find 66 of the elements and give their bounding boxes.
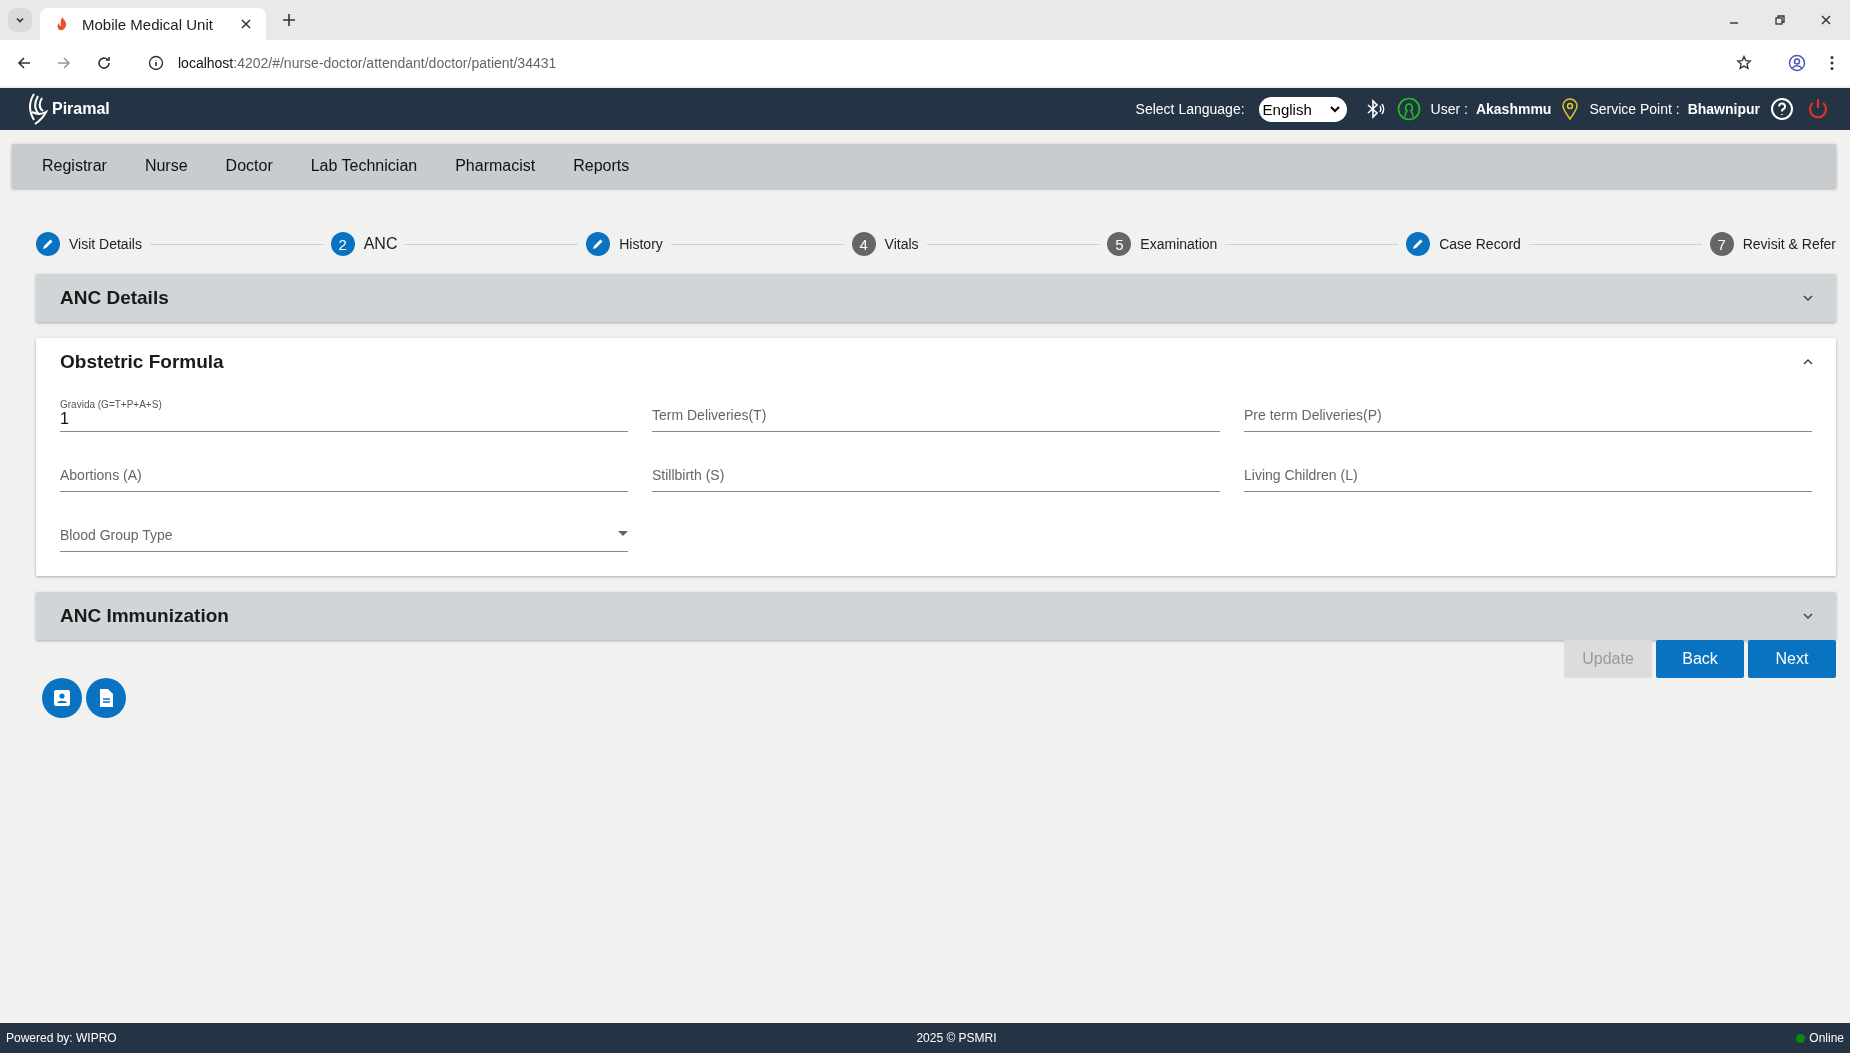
stepper-step[interactable]: Case Record xyxy=(1406,232,1521,256)
panel-title[interactable]: Obstetric Formula xyxy=(60,351,224,373)
brand-name: Piramal xyxy=(52,100,110,118)
menu-icon[interactable] xyxy=(1830,55,1834,71)
user-name: Akashmmu xyxy=(1475,101,1552,117)
input-field[interactable]: Stillbirth (S) xyxy=(652,446,1220,492)
service-point-label: Service Point : xyxy=(1589,101,1680,117)
help-icon[interactable] xyxy=(1770,97,1794,121)
close-icon[interactable] xyxy=(240,18,252,30)
pencil-icon xyxy=(36,232,60,256)
stepper-step[interactable]: 2 ANC xyxy=(330,232,398,256)
role-menu-item[interactable]: Reports xyxy=(573,151,630,181)
back-arrow-icon[interactable] xyxy=(16,55,32,71)
dropdown-arrow-icon xyxy=(618,531,628,537)
url-text: localhost:4202/#/nurse-doctor/attendant/doctor/patient/34431 xyxy=(178,55,557,71)
user-label: User : xyxy=(1430,101,1468,117)
role-menu-item[interactable]: Registrar xyxy=(42,151,107,181)
info-icon[interactable] xyxy=(148,55,164,71)
role-menu-item[interactable]: Lab Technician xyxy=(310,151,418,181)
input-field[interactable]: Abortions (A) xyxy=(60,446,628,492)
close-icon[interactable] xyxy=(1820,14,1832,26)
language-select[interactable]: English xyxy=(1258,96,1347,122)
logo-icon xyxy=(26,92,48,126)
powered-by-text: Powered by: WIPRO xyxy=(6,1031,117,1045)
forward-arrow-icon[interactable] xyxy=(56,55,72,71)
service-point-name: Bhawnipur xyxy=(1687,101,1760,117)
chevron-down-icon[interactable] xyxy=(1802,610,1814,622)
action-button[interactable]: Back xyxy=(1656,640,1744,678)
stepper-step[interactable]: 7 Revisit & Refer xyxy=(1709,232,1836,256)
power-icon[interactable] xyxy=(1806,97,1830,121)
panel-title[interactable]: ANC Details xyxy=(60,287,169,309)
profile-icon[interactable] xyxy=(1788,54,1806,72)
plus-icon[interactable] xyxy=(282,13,296,27)
browser-tab[interactable]: Mobile Medical Unit xyxy=(40,8,266,40)
stepper-step[interactable]: 5 Examination xyxy=(1107,232,1218,256)
role-menu-item[interactable]: Pharmacist xyxy=(455,151,536,181)
tab-search-button[interactable] xyxy=(8,8,32,32)
input-field[interactable]: Living Children (L) xyxy=(1244,446,1812,492)
stepper-step[interactable]: History xyxy=(586,232,663,256)
select-field[interactable]: Blood Group Type xyxy=(60,506,628,552)
action-button: Update xyxy=(1564,640,1652,678)
input-field[interactable]: Gravida (G=T+P+A+S) 1 xyxy=(60,386,628,432)
id-card-icon xyxy=(52,688,72,708)
stepper-step[interactable]: 4 Vitals xyxy=(851,232,919,256)
document-button[interactable] xyxy=(86,678,126,718)
stepper-step[interactable]: Visit Details xyxy=(36,232,142,256)
star-icon[interactable] xyxy=(1736,55,1752,71)
role-menu-item[interactable]: Nurse xyxy=(144,151,188,181)
copyright-text: 2025 © PSMRI xyxy=(916,1031,997,1045)
pencil-icon xyxy=(586,232,611,256)
reload-icon[interactable] xyxy=(96,55,112,71)
action-button[interactable]: Next xyxy=(1748,640,1836,678)
restore-icon[interactable] xyxy=(1774,14,1786,26)
chevron-down-icon[interactable] xyxy=(1802,292,1814,304)
panel-title[interactable]: ANC Immunization xyxy=(60,605,229,627)
user-icon xyxy=(1396,97,1421,121)
language-label: Select Language: xyxy=(1135,101,1245,117)
pencil-icon xyxy=(1406,232,1431,256)
status-text: Online xyxy=(1809,1031,1844,1045)
role-menu-item[interactable]: Doctor xyxy=(225,151,273,181)
location-pin-icon xyxy=(1561,97,1580,121)
tab-title: Mobile Medical Unit xyxy=(82,15,214,33)
chevron-down-icon xyxy=(1328,103,1341,115)
input-field[interactable]: Pre term Deliveries(P) xyxy=(1244,386,1812,432)
input-field[interactable]: Term Deliveries(T) xyxy=(652,386,1220,432)
patient-card-button[interactable] xyxy=(42,678,82,718)
